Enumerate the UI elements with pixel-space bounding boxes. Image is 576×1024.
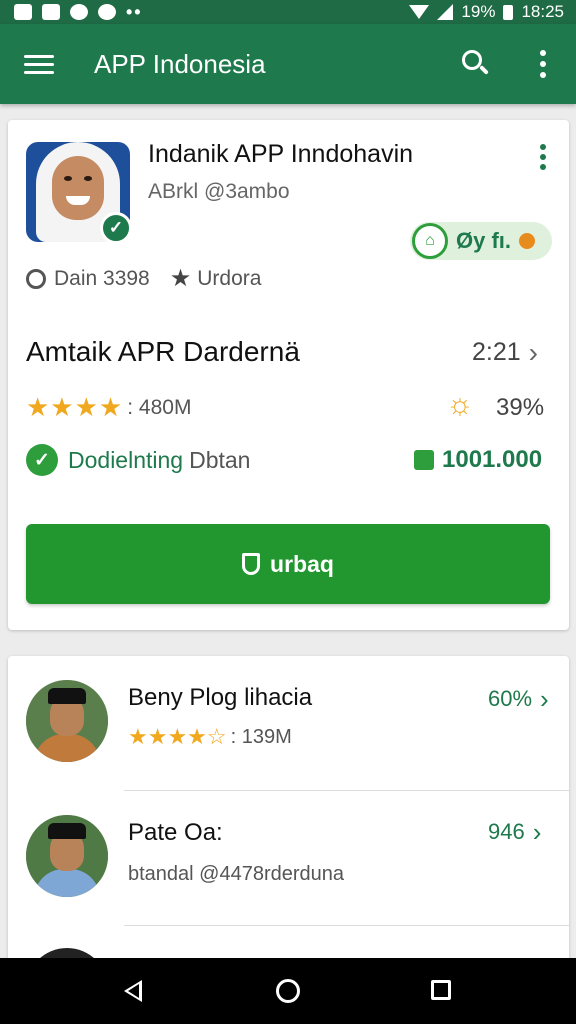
verified-check-icon: ✓	[100, 212, 132, 244]
rating-badge[interactable]: ⌂ Øy fı.	[410, 222, 552, 260]
search-icon[interactable]	[460, 48, 490, 78]
list-item[interactable]: Pate Oa: btandal @4478rderduna 946 ›	[8, 791, 569, 925]
signal-icon	[437, 4, 454, 20]
status-notifications: ••	[14, 2, 143, 23]
hamburger-icon[interactable]	[24, 54, 54, 74]
star-rating: ★★★★☆	[128, 724, 227, 749]
meta-right: Urdora	[197, 266, 262, 290]
list-item-name: Beny Plog lihacia	[128, 684, 313, 711]
star-rating: ★★★★	[26, 392, 124, 422]
app-list-card: Beny Plog lihacia ★★★★☆ : 139M 60% › Pat…	[8, 656, 569, 1024]
downloads: 1001.000	[414, 446, 542, 474]
avatar	[26, 680, 108, 762]
section-title: Amtaik APR Dardernä	[26, 336, 300, 367]
status-indicators: 19% 18:25	[409, 2, 564, 22]
info-icon	[26, 268, 46, 289]
status-row: ✓ Dodielnting Dbtan	[26, 444, 250, 476]
app-title: APP Indonesia	[94, 48, 266, 79]
status-extra: Dbtan	[189, 446, 251, 473]
card-overflow-icon[interactable]	[540, 144, 546, 170]
list-item-sub: btandal @4478rderduna	[128, 863, 345, 885]
wifi-icon	[409, 5, 430, 19]
clock: 18:25	[521, 2, 564, 21]
developer-name[interactable]: ABrkl @3ambo	[148, 180, 290, 204]
install-label: urbaq	[270, 550, 334, 577]
home-badge-icon: ⌂	[412, 223, 448, 259]
notification-icon	[14, 4, 32, 20]
list-item-right: 946	[488, 819, 525, 844]
meta-left: Dain 3398	[54, 266, 150, 290]
chevron-right-icon: ›	[540, 684, 549, 714]
category-icon: ★	[169, 265, 192, 292]
section-value: 2:21	[472, 338, 521, 366]
status-bar: •• 19% 18:25	[0, 0, 576, 24]
list-item-meta: ★★★★☆ : 139M	[128, 724, 292, 750]
avatar	[26, 815, 108, 897]
overflow-icon[interactable]	[536, 50, 550, 78]
notification-icon	[70, 4, 88, 20]
list-item[interactable]: Beny Plog lihacia ★★★★☆ : 139M 60% ›	[8, 656, 569, 790]
rating-count: : 480M	[127, 395, 192, 419]
chevron-right-icon: ›	[532, 817, 542, 847]
system-nav-bar	[0, 958, 576, 1024]
battery-percent: 19%	[461, 2, 496, 21]
chevron-right-icon: ›	[528, 336, 538, 368]
list-item-value[interactable]: 946 ›	[488, 819, 541, 845]
app-bar: APP Indonesia	[0, 24, 576, 104]
download-count: 1001.000	[442, 446, 543, 473]
battery-icon	[503, 4, 514, 20]
meta-row: Dain 3398 ★ Urdora	[26, 264, 261, 293]
app-name: Indanik APP Inndohavin	[148, 140, 414, 168]
badge-label: Øy fı.	[456, 228, 512, 253]
sun-icon: ☼	[446, 388, 474, 421]
list-item-name: Pate Oa:	[128, 819, 223, 846]
back-icon[interactable]	[124, 980, 142, 1002]
list-item-value[interactable]: 60% ›	[488, 686, 549, 712]
percent-value: 39%	[496, 394, 545, 421]
notification-icon	[42, 4, 60, 20]
featured-app-card[interactable]: ✓ Indanik APP Inndohavin ABrkl @3ambo ⌂ …	[8, 120, 569, 630]
status-label: Dodielnting	[68, 446, 184, 473]
shield-icon	[242, 553, 261, 575]
coin-icon	[519, 233, 536, 249]
notification-icon	[98, 4, 116, 20]
more-notifications-icon: ••	[126, 1, 143, 22]
check-circle-icon: ✓	[26, 444, 58, 476]
install-button[interactable]: urbaq	[26, 524, 550, 604]
section-link[interactable]: 2:21 ›	[472, 338, 538, 367]
download-icon	[414, 450, 434, 470]
recents-icon[interactable]	[431, 980, 451, 1000]
rating-row: ★★★★ : 480M	[26, 392, 191, 423]
list-item-sub: : 139M	[230, 725, 292, 748]
list-item-meta: btandal @4478rderduna	[128, 863, 344, 886]
home-icon[interactable]	[276, 979, 300, 1003]
list-item-right: 60%	[488, 686, 533, 711]
